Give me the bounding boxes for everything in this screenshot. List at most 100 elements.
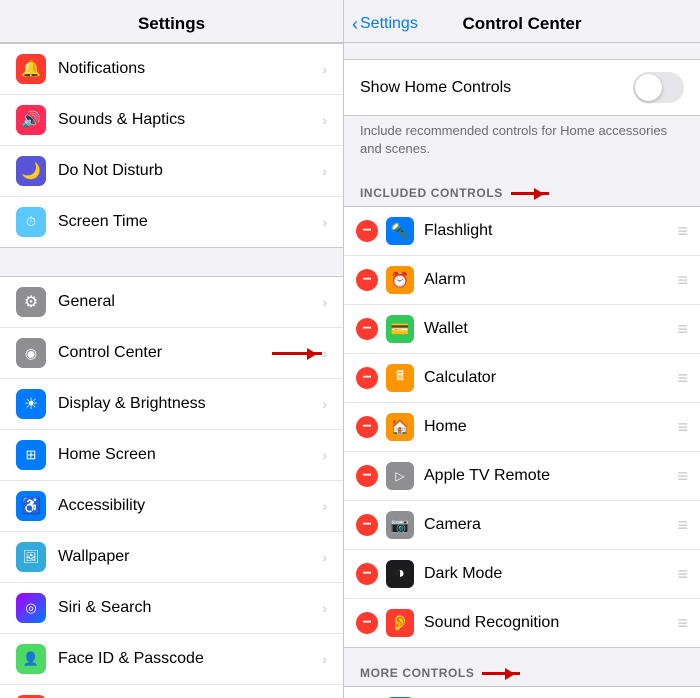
sounds-chevron: ›	[322, 112, 327, 128]
minus-home[interactable]: −	[356, 416, 378, 438]
sidebar-item-screen-time[interactable]: ⏱ Screen Time ›	[0, 197, 343, 247]
sidebar-item-general[interactable]: ⚙ General ›	[0, 277, 343, 328]
darkmode-icon: ◑	[386, 560, 414, 588]
more-arrow-head	[505, 668, 521, 680]
dnd-icon: 🌙	[16, 156, 46, 186]
show-home-row: Show Home Controls	[344, 59, 700, 116]
sound-recognition-label: Sound Recognition	[424, 614, 677, 632]
darkmode-label: Dark Mode	[424, 565, 677, 583]
accessibility-chevron: ›	[322, 498, 327, 514]
control-item-wallet[interactable]: − 💳 Wallet ≡	[344, 305, 700, 354]
home-label: Home	[424, 418, 677, 436]
calculator-drag[interactable]: ≡	[677, 368, 688, 389]
siri-chevron: ›	[322, 600, 327, 616]
top-spacer	[344, 43, 700, 51]
sidebar-item-wallpaper[interactable]: 🖼 Wallpaper ›	[0, 532, 343, 583]
screen-time-chevron: ›	[322, 214, 327, 230]
camera-drag[interactable]: ≡	[677, 515, 688, 536]
left-panel: Settings 🔔 Notifications › 🔊 Sounds & Ha…	[0, 0, 344, 698]
control-item-calculator[interactable]: − 🖩 Calculator ≡	[344, 354, 700, 403]
control-item-sound-recognition[interactable]: − 👂 Sound Recognition ≡	[344, 599, 700, 647]
sidebar-item-siri[interactable]: ◎ Siri & Search ›	[0, 583, 343, 634]
flashlight-icon: 🔦	[386, 217, 414, 245]
minus-flashlight[interactable]: −	[356, 220, 378, 242]
control-item-home[interactable]: − 🏠 Home ≡	[344, 403, 700, 452]
sound-recognition-drag[interactable]: ≡	[677, 613, 688, 634]
back-label: Settings	[360, 15, 418, 33]
back-button[interactable]: ‹ Settings	[352, 14, 418, 35]
toggle-knob	[635, 74, 662, 101]
flashlight-label: Flashlight	[424, 222, 677, 240]
flashlight-drag[interactable]: ≡	[677, 221, 688, 242]
sidebar-item-faceid[interactable]: 👤 Face ID & Passcode ›	[0, 634, 343, 685]
included-controls-label: INCLUDED CONTROLS	[360, 186, 503, 200]
camera-label: Camera	[424, 516, 677, 534]
minus-appletv[interactable]: −	[356, 465, 378, 487]
appletv-drag[interactable]: ≡	[677, 466, 688, 487]
divider-1	[0, 248, 343, 276]
sidebar-item-notifications[interactable]: 🔔 Notifications ›	[0, 44, 343, 95]
control-item-appletv[interactable]: − ▷ Apple TV Remote ≡	[344, 452, 700, 501]
control-item-camera[interactable]: − 📷 Camera ≡	[344, 501, 700, 550]
faceid-chevron: ›	[322, 651, 327, 667]
right-title: Control Center	[463, 14, 582, 34]
included-arrow-head	[534, 188, 550, 200]
accessibility-label: Accessibility	[58, 497, 322, 515]
wallpaper-icon: 🖼	[16, 542, 46, 572]
more-controls-header: MORE CONTROLS	[344, 648, 700, 686]
show-home-toggle[interactable]	[633, 72, 684, 103]
darkmode-drag[interactable]: ≡	[677, 564, 688, 585]
left-title: Settings	[16, 14, 327, 34]
right-content: Show Home Controls Include recommended c…	[344, 43, 700, 698]
minus-calculator[interactable]: −	[356, 367, 378, 389]
screen-time-label: Screen Time	[58, 213, 322, 231]
sidebar-item-sos[interactable]: SOS Emergency SOS ›	[0, 685, 343, 698]
home-screen-icon: ⊞	[16, 440, 46, 470]
back-chevron-icon: ‹	[352, 14, 358, 35]
faceid-icon: 👤	[16, 644, 46, 674]
minus-darkmode[interactable]: −	[356, 563, 378, 585]
wallet-drag[interactable]: ≡	[677, 319, 688, 340]
home-drag[interactable]: ≡	[677, 417, 688, 438]
control-center-label: Control Center	[58, 344, 266, 362]
control-center-icon: ◉	[16, 338, 46, 368]
alarm-label: Alarm	[424, 271, 677, 289]
included-controls-group: − 🔦 Flashlight ≡ − ⏰ Alarm ≡ − 💳 Wallet …	[344, 206, 700, 648]
sidebar-item-control-center[interactable]: ◉ Control Center ›	[0, 328, 343, 379]
appletv-label: Apple TV Remote	[424, 467, 677, 485]
show-home-label: Show Home Controls	[360, 79, 633, 97]
settings-group-2: ⚙ General › ◉ Control Center › ☀ Display…	[0, 276, 343, 698]
sidebar-item-dnd[interactable]: 🌙 Do Not Disturb ›	[0, 146, 343, 197]
control-item-alarm[interactable]: − ⏰ Alarm ≡	[344, 256, 700, 305]
alarm-drag[interactable]: ≡	[677, 270, 688, 291]
more-controls-group: + ♿ Accessibility Shortcuts + 📨 Announce…	[344, 686, 700, 698]
home-screen-label: Home Screen	[58, 446, 322, 464]
minus-alarm[interactable]: −	[356, 269, 378, 291]
minus-camera[interactable]: −	[356, 514, 378, 536]
sidebar-item-home-screen[interactable]: ⊞ Home Screen ›	[0, 430, 343, 481]
display-icon: ☀	[16, 389, 46, 419]
wallet-label: Wallet	[424, 320, 677, 338]
dnd-label: Do Not Disturb	[58, 162, 322, 180]
screen-time-icon: ⏱	[16, 207, 46, 237]
home-screen-chevron: ›	[322, 447, 327, 463]
faceid-label: Face ID & Passcode	[58, 650, 322, 668]
sounds-label: Sounds & Haptics	[58, 111, 322, 129]
minus-sound-recognition[interactable]: −	[356, 612, 378, 634]
wallpaper-chevron: ›	[322, 549, 327, 565]
right-panel: ‹ Settings Control Center Show Home Cont…	[344, 0, 700, 698]
sidebar-item-display[interactable]: ☀ Display & Brightness ›	[0, 379, 343, 430]
control-item-accessibility-shortcuts[interactable]: + ♿ Accessibility Shortcuts	[344, 687, 700, 698]
notifications-icon: 🔔	[16, 54, 46, 84]
sounds-icon: 🔊	[16, 105, 46, 135]
minus-wallet[interactable]: −	[356, 318, 378, 340]
calculator-label: Calculator	[424, 369, 677, 387]
wallpaper-label: Wallpaper	[58, 548, 322, 566]
sidebar-item-sounds[interactable]: 🔊 Sounds & Haptics ›	[0, 95, 343, 146]
control-item-darkmode[interactable]: − ◑ Dark Mode ≡	[344, 550, 700, 599]
sidebar-item-accessibility[interactable]: ♿ Accessibility ›	[0, 481, 343, 532]
control-item-flashlight[interactable]: − 🔦 Flashlight ≡	[344, 207, 700, 256]
left-header: Settings	[0, 0, 343, 43]
general-icon: ⚙	[16, 287, 46, 317]
included-arrow-annotation	[511, 192, 549, 195]
